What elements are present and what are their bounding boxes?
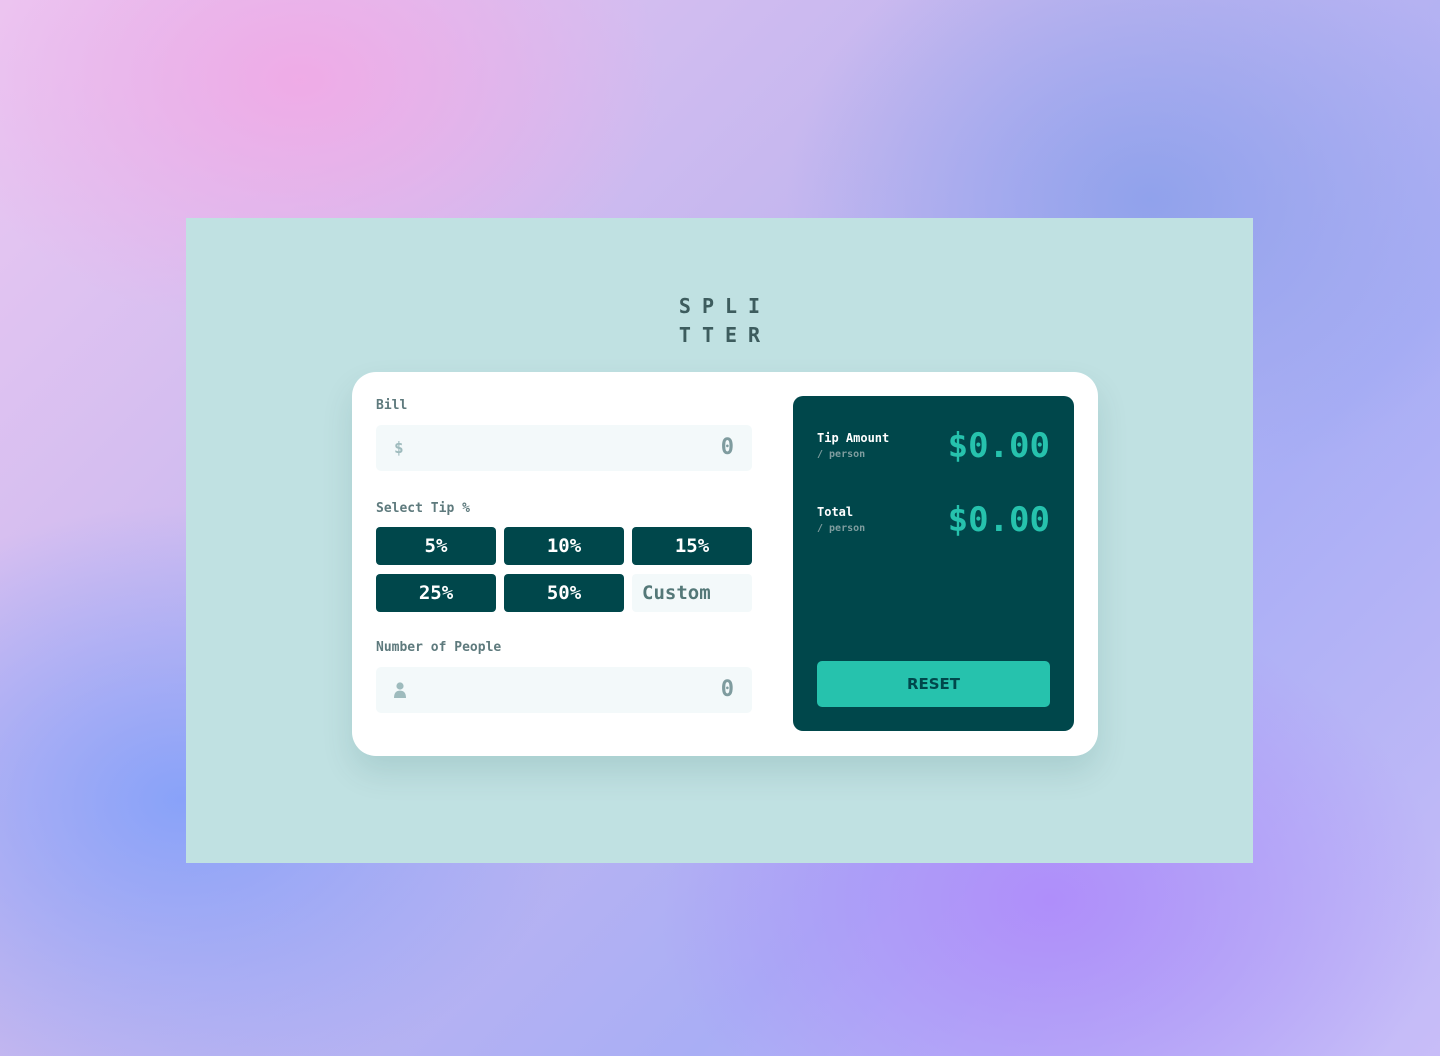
people-label: Number of People <box>376 640 502 655</box>
person-icon <box>394 682 406 698</box>
app-background: SPLI TTER Bill $ 0 Select Tip % 5% 10% 1… <box>186 218 1253 863</box>
total-value: $0.00 <box>947 500 1050 540</box>
total-per-person: / person <box>817 523 866 534</box>
tip-amount-value: $0.00 <box>947 426 1050 466</box>
bill-section: Bill $ 0 <box>376 396 752 471</box>
tip-button-15[interactable]: 15% <box>632 527 752 565</box>
custom-tip-input[interactable]: Custom <box>632 574 752 612</box>
tip-amount-label: Tip Amount <box>817 431 890 445</box>
tip-amount-row: Tip Amount / person $0.00 <box>817 426 1050 474</box>
app-logo: SPLI TTER <box>186 292 1253 350</box>
bill-label: Bill <box>376 398 408 413</box>
tip-amount-per-person: / person <box>817 449 866 460</box>
tip-options: 5% 10% 15% 25% 50% Custom <box>376 527 752 612</box>
people-value: 0 <box>720 677 734 702</box>
input-panel: Bill $ 0 Select Tip % 5% 10% 15% 25% 50%… <box>376 396 752 713</box>
tip-button-10[interactable]: 10% <box>504 527 624 565</box>
reset-button[interactable]: RESET <box>817 661 1050 707</box>
people-section: Number of People 0 <box>376 638 752 713</box>
tip-section: Select Tip % 5% 10% 15% 25% 50% Custom <box>376 499 752 612</box>
tip-button-5[interactable]: 5% <box>376 527 496 565</box>
calculator-card: Bill $ 0 Select Tip % 5% 10% 15% 25% 50%… <box>352 372 1098 756</box>
dollar-icon: $ <box>394 438 404 457</box>
people-input[interactable]: 0 <box>376 667 752 713</box>
tip-button-50[interactable]: 50% <box>504 574 624 612</box>
tip-label: Select Tip % <box>376 501 470 516</box>
logo-line-1: SPLI <box>678 294 772 318</box>
bill-input[interactable]: $ 0 <box>376 425 752 471</box>
tip-button-25[interactable]: 25% <box>376 574 496 612</box>
total-label: Total <box>817 505 854 519</box>
logo-line-2: TTER <box>678 323 772 347</box>
total-row: Total / person $0.00 <box>817 500 1050 548</box>
bill-value: 0 <box>720 435 734 460</box>
results-panel: Tip Amount / person $0.00 Total / person… <box>793 396 1074 731</box>
